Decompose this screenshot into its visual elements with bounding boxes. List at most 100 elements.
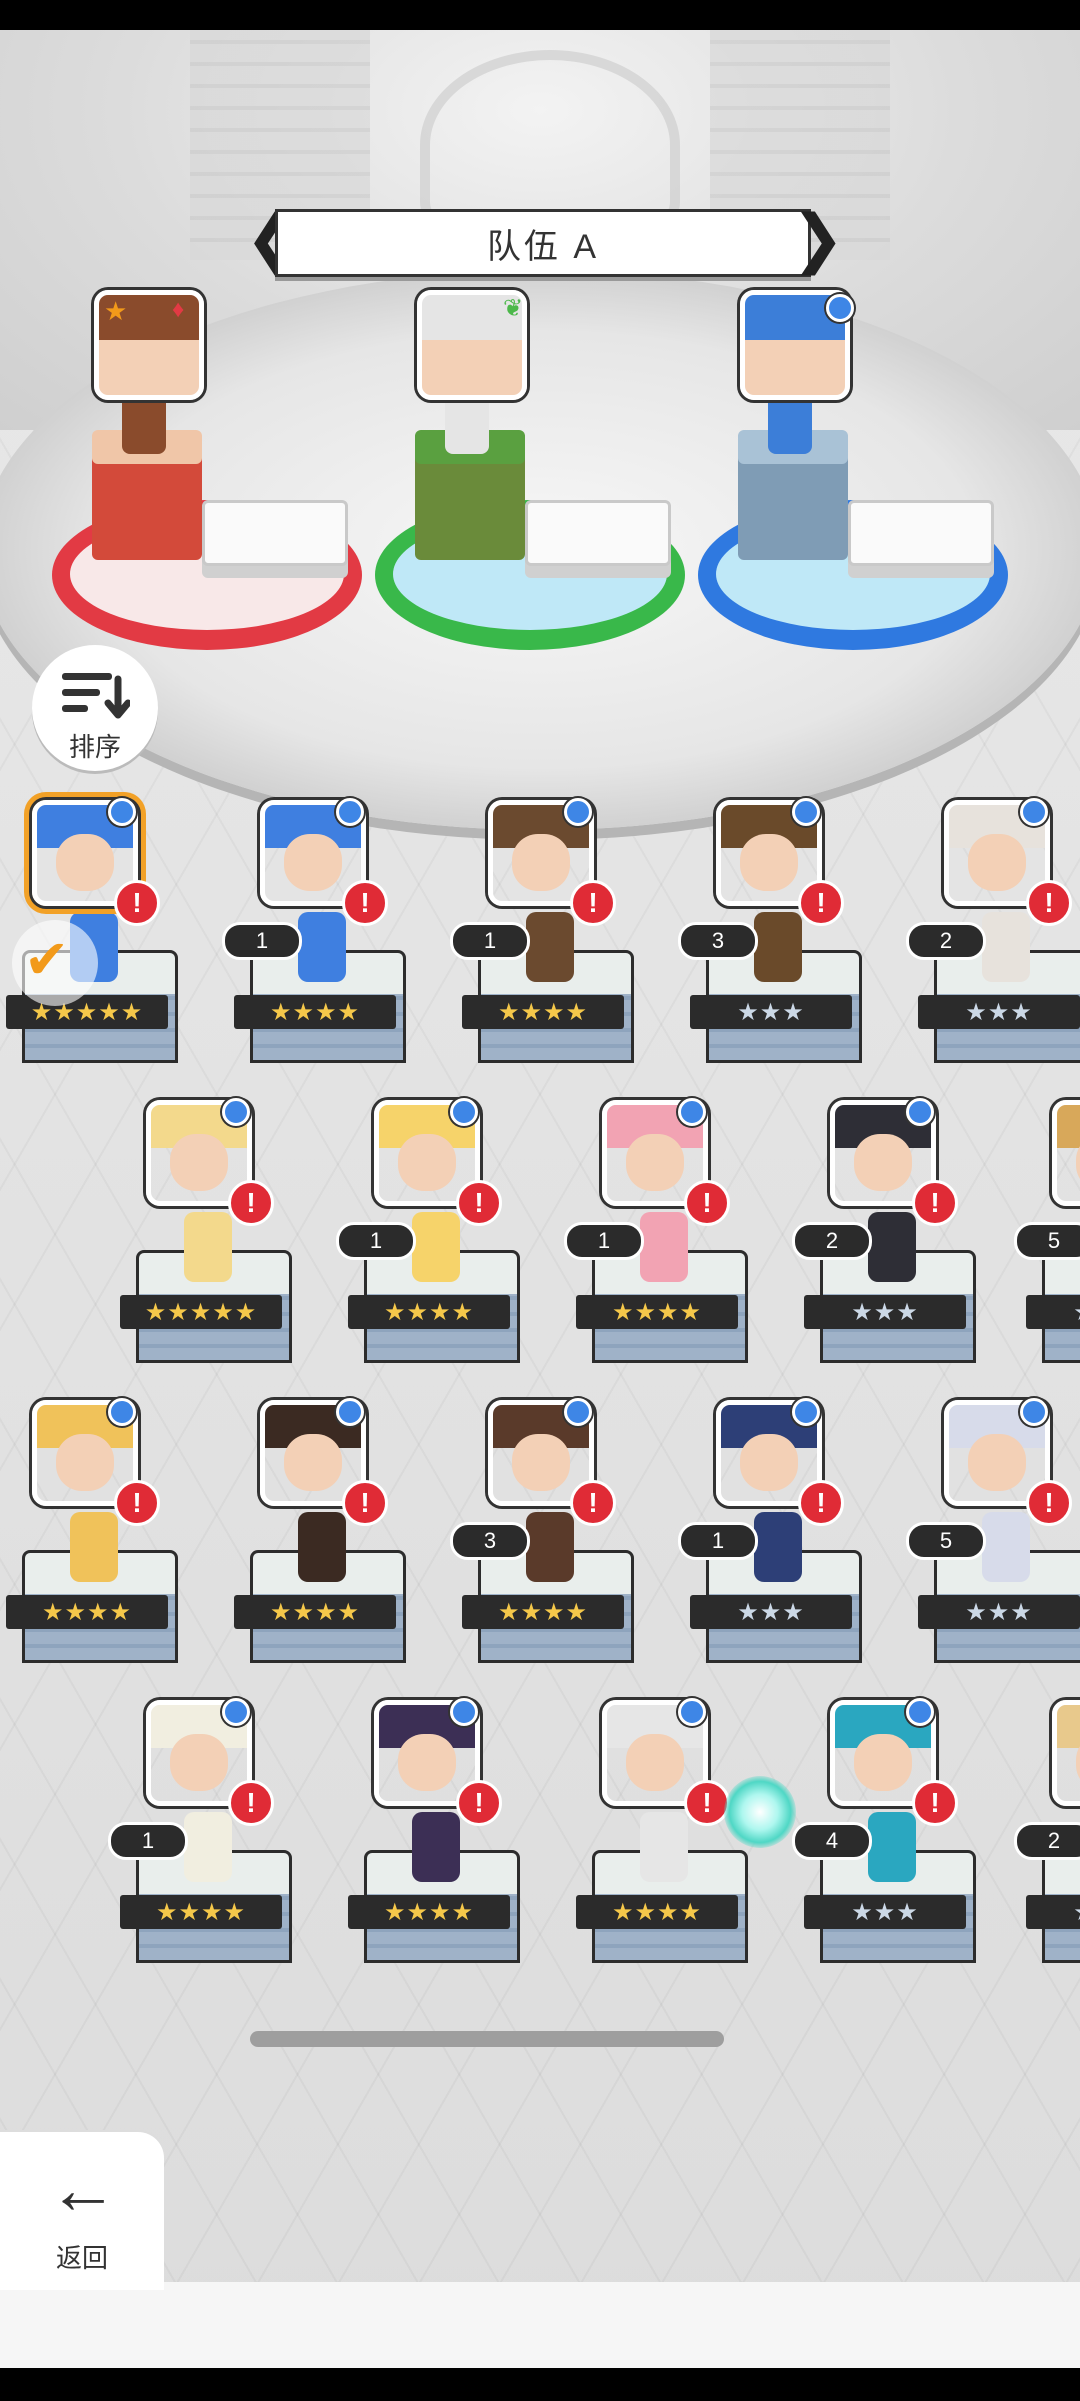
alert-icon: ! [798,1480,844,1526]
hero-card[interactable]: ★★★★ 1! [108,1698,292,2000]
checkmark-icon: ✔ [24,930,70,990]
hero-sprite [754,912,802,982]
sparkle-effect [724,1776,796,1848]
hero-sprite [868,1812,916,1882]
hero-card[interactable]: ★★★★ 1! [222,798,406,1100]
status-bar [0,0,1080,30]
hero-card[interactable]: ★★★ 2! [906,798,1080,1100]
hero-card[interactable]: ★★★★ 1! [336,1098,520,1400]
empty-pad[interactable] [202,500,348,566]
formation-slot-3[interactable] [698,290,1008,710]
element-badge-icon [222,1698,250,1726]
empty-pad[interactable] [848,500,994,566]
hero-sprite [184,1212,232,1282]
star-rating: ★★★★ [6,1595,168,1629]
hero-sprite [982,1512,1030,1582]
arrow-left-icon: ← [48,2150,118,2228]
hero-portrait[interactable] [1052,1100,1080,1206]
back-button[interactable]: ← 返回 [0,2132,164,2290]
alert-icon: ! [456,1180,502,1226]
team-formation-screen: ❮ 队伍 A ❯ ★ ♦ ❦ 排序 ★★★★★ ! ✔ ★★★★ 1 ! ★★★… [0,0,1080,2401]
hero-card[interactable]: ★★★★ ! [234,1398,406,1700]
hero-card[interactable]: ★★★★ ! [6,1398,178,1700]
leader-star-icon: ★ [104,296,128,326]
hero-level-badge: 1 [564,1222,644,1260]
element-badge-icon [1020,1398,1048,1426]
star-rating: ★★★★ [462,1595,624,1629]
back-label: 返回 [55,2243,108,2273]
star-rating: ★★★ [690,995,852,1029]
hero-card[interactable]: ★★★ 1! [678,1398,862,1700]
hero-card[interactable]: ★★★★★ ! [120,1098,292,1400]
hero-level-badge: 2 [1014,1822,1080,1860]
hero-level-badge: 1 [222,922,302,960]
element-badge-icon [450,1698,478,1726]
alert-icon: ! [570,880,616,926]
element-badge-icon [1020,798,1048,826]
system-nav-bar [0,2368,1080,2401]
hero-level-badge: 5 [1014,1222,1080,1260]
hero-card[interactable]: ★★★★ 1! [450,798,634,1100]
hero-sprite [298,912,346,982]
hero-level-badge: 3 [450,1522,530,1560]
next-team-button[interactable]: ❯ [791,205,845,277]
element-badge-icon [792,798,820,826]
hero-sprite [526,912,574,982]
hero-sprite [640,1812,688,1882]
star-rating: ★★★★★ [6,995,168,1029]
hero-level-badge: 4 [792,1822,872,1860]
hero-sprite [982,912,1030,982]
element-badge-icon [108,1398,136,1426]
hero-sprite [868,1212,916,1282]
alert-icon: ! [114,880,160,926]
hero-level-badge: 1 [450,922,530,960]
alert-icon: ! [912,1180,958,1226]
hero-card[interactable]: ★★★ 5 [1014,1100,1080,1400]
star-rating: ★★★ [1026,1295,1080,1329]
class-icon: ♦ [172,296,185,323]
element-badge-icon [336,1398,364,1426]
hero-sprite [754,1512,802,1582]
element-badge-icon [906,1698,934,1726]
star-rating: ★★★★ [576,1295,738,1329]
alert-icon: ! [456,1780,502,1826]
hero-card[interactable]: ★★★ 4! [792,1698,976,2000]
hero-card[interactable]: ★★★ 3! [678,798,862,1100]
alert-icon: ! [798,880,844,926]
hero-card[interactable]: ★★★ 2! [792,1098,976,1400]
star-rating: ★★★★ [234,995,396,1029]
hero-card[interactable]: ★★★★ 3! [450,1398,634,1700]
element-badge-icon [678,1098,706,1126]
element-badge-icon [678,1698,706,1726]
star-rating: ★★★★ [462,995,624,1029]
sort-button[interactable]: 排序 [32,645,158,771]
bottom-strip [0,2282,1080,2368]
element-badge-icon [564,798,592,826]
star-rating: ★★★ [918,1595,1080,1629]
hero-card[interactable]: ★★★★ 1! [564,1098,748,1400]
hero-sprite [640,1212,688,1282]
hero-card[interactable]: ★★★ 2 [1014,1700,1080,2000]
element-badge-icon [108,798,136,826]
hero-card[interactable]: ★★★★★ ! ✔ [6,798,178,1100]
hero-card[interactable]: ★★★★ ! [576,1698,748,2000]
star-rating: ★★★★ [120,1895,282,1929]
hero-card[interactable]: ★★★ 5! [906,1398,1080,1700]
hero-sprite [412,1212,460,1282]
hero-card[interactable]: ★★★★ ! [348,1698,520,2000]
formation-slot-2[interactable]: ❦ [375,290,685,710]
star-rating: ★★★ [804,1895,966,1929]
sort-icon [62,673,130,719]
hero-portrait[interactable] [1052,1700,1080,1806]
star-rating: ★★★★ [348,1895,510,1929]
element-badge-icon [336,798,364,826]
hero-sprite [412,1812,460,1882]
alert-icon: ! [228,1180,274,1226]
alert-icon: ! [570,1480,616,1526]
element-badge-icon [792,1398,820,1426]
leaf-icon: ❦ [503,295,524,322]
alert-icon: ! [684,1180,730,1226]
empty-pad[interactable] [525,500,671,566]
horizontal-scrollbar[interactable] [250,2031,724,2047]
hero-level-badge: 1 [678,1522,758,1560]
